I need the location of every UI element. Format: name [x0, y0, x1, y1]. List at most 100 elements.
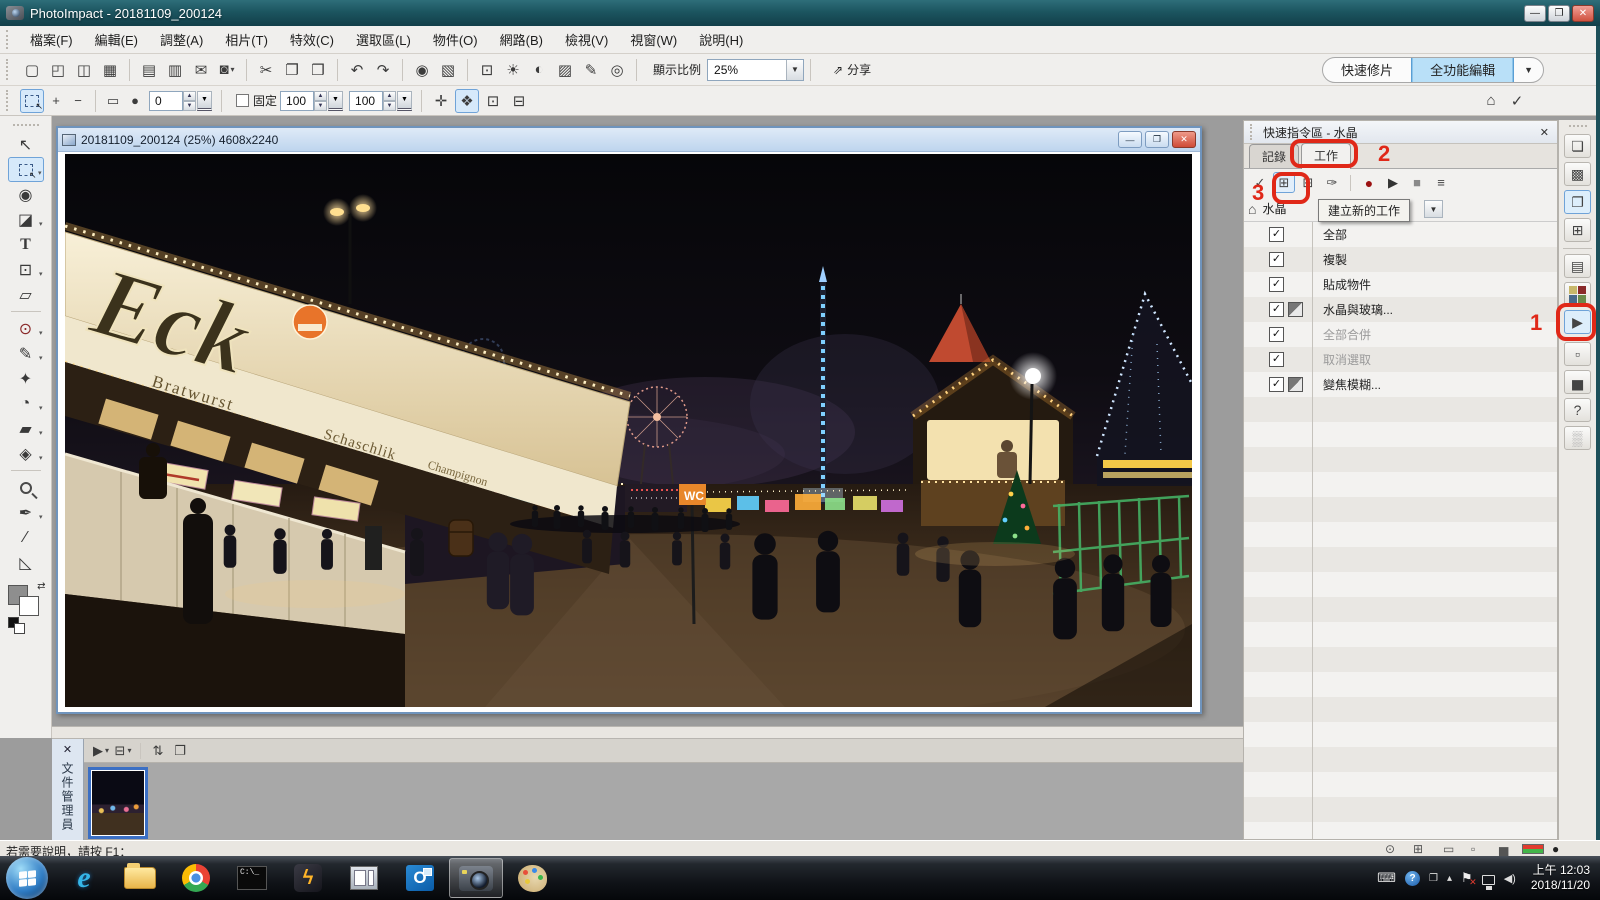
- width-down-icon[interactable]: ▼: [314, 101, 327, 111]
- cut-button[interactable]: ✂: [254, 58, 278, 82]
- strip-drag-handle[interactable]: [1569, 125, 1587, 127]
- dm-sort-button[interactable]: ⇅: [148, 741, 168, 761]
- toolbar-drag-handle[interactable]: [6, 59, 11, 81]
- height-slider-icon[interactable]: ▼: [397, 91, 412, 111]
- doc-close-button[interactable]: ✕: [1172, 131, 1196, 148]
- quick-command-header[interactable]: 快速指令區 - 水晶 ✕: [1244, 121, 1557, 144]
- width-stepper[interactable]: 100 ▲▼ ▼: [280, 91, 343, 111]
- layer-manager-button[interactable]: ❐: [1564, 190, 1591, 214]
- task-step-row[interactable]: ✓ 全部合併: [1244, 322, 1557, 347]
- album-button[interactable]: ◙▾: [215, 58, 239, 82]
- fill-tool[interactable]: ◈▾: [8, 441, 44, 466]
- taskbar-outlook[interactable]: O: [393, 858, 447, 898]
- width-up-icon[interactable]: ▲: [314, 91, 327, 101]
- window-maximize-button[interactable]: ❐: [1548, 5, 1570, 22]
- menu-adjust[interactable]: 調整(A): [149, 26, 214, 53]
- height-up-icon[interactable]: ▲: [383, 91, 396, 101]
- step-checkbox[interactable]: ✓: [1269, 277, 1284, 292]
- menu-object[interactable]: 物件(O): [422, 26, 489, 53]
- histogram-panel-button[interactable]: ▅: [1564, 370, 1591, 394]
- window-tray-icon[interactable]: ❐: [1429, 873, 1438, 884]
- paint-button[interactable]: ✎: [579, 58, 603, 82]
- browse-panel-button[interactable]: ▩: [1564, 162, 1591, 186]
- menu-edit[interactable]: 編輯(E): [84, 26, 149, 53]
- eyedropper-tool[interactable]: ✒▾: [8, 500, 44, 525]
- full-edit-mode-button[interactable]: 全功能編輯: [1411, 57, 1514, 83]
- task-options-button[interactable]: ≡: [1430, 172, 1452, 193]
- dm-view-button[interactable]: ⊟▾: [113, 741, 133, 761]
- status-frame-icon[interactable]: ▭: [1443, 842, 1454, 856]
- acquire-button[interactable]: ▧: [436, 58, 460, 82]
- step-checkbox[interactable]: ✓: [1269, 227, 1284, 242]
- status-tile-icon[interactable]: ▫: [1471, 842, 1475, 856]
- help-tray-icon[interactable]: ?: [1405, 871, 1420, 886]
- taskbar-clock[interactable]: 上午 12:03 2018/11/20: [1531, 863, 1590, 893]
- menu-photo[interactable]: 相片(T): [214, 26, 279, 53]
- move-selection-button[interactable]: ✛: [429, 89, 453, 113]
- doc-minimize-button[interactable]: —: [1118, 131, 1142, 148]
- height-value[interactable]: 100: [349, 91, 383, 111]
- brightness-button[interactable]: ☀: [501, 58, 525, 82]
- menu-help[interactable]: 說明(H): [688, 26, 754, 53]
- task-step-row[interactable]: ✓ 變焦模糊...: [1244, 372, 1557, 397]
- task-step-row[interactable]: ✓ 貼成物件: [1244, 272, 1557, 297]
- panel-close-icon[interactable]: ✕: [63, 743, 72, 756]
- task-step-row[interactable]: ✓ 全部: [1244, 222, 1557, 247]
- mail-button[interactable]: ✉: [189, 58, 213, 82]
- taskbar-file-explorer[interactable]: [113, 858, 167, 898]
- taskbar-chrome[interactable]: [169, 858, 223, 898]
- feather-down-icon[interactable]: ▼: [183, 101, 196, 111]
- menu-web[interactable]: 網路(B): [489, 26, 554, 53]
- undo-button[interactable]: ↶: [345, 58, 369, 82]
- measure-tool[interactable]: ∕: [8, 525, 44, 550]
- step-checkbox[interactable]: ✓: [1269, 352, 1284, 367]
- photo-canvas[interactable]: WC Eck: [65, 154, 1192, 707]
- taskbar-command-prompt[interactable]: C:\_: [225, 858, 279, 898]
- taskbar-winamp[interactable]: ϟ: [281, 858, 335, 898]
- shape-tool[interactable]: ◉: [8, 182, 44, 207]
- text-tool[interactable]: T: [8, 232, 44, 257]
- show-hidden-icons[interactable]: ▴: [1447, 873, 1452, 884]
- panel-home-button[interactable]: ⌂: [1479, 89, 1503, 113]
- levels-button[interactable]: ▨: [553, 58, 577, 82]
- apply-button[interactable]: ✓: [1505, 89, 1529, 113]
- preserve-base-button[interactable]: ⊡: [481, 89, 505, 113]
- red-eye-tool[interactable]: ⊙▾: [8, 316, 44, 341]
- lasso-tool[interactable]: ◺: [8, 550, 44, 575]
- menu-window[interactable]: 視窗(W): [619, 26, 688, 53]
- panel-drag-handle[interactable]: [1250, 124, 1255, 139]
- menubar-drag-handle[interactable]: [6, 30, 11, 49]
- options-drag-handle[interactable]: [6, 90, 11, 110]
- height-down-icon[interactable]: ▼: [383, 101, 396, 111]
- pick-tool[interactable]: ↖: [8, 132, 44, 157]
- retouch-tool[interactable]: ◔▾: [8, 391, 44, 416]
- screen-button[interactable]: ⊡: [475, 58, 499, 82]
- step-checkbox[interactable]: ✓: [1269, 377, 1284, 392]
- task-step-row[interactable]: ✓ 水晶與玻璃...: [1244, 297, 1557, 322]
- document-thumbnail-selected[interactable]: [88, 767, 148, 839]
- clone-tool[interactable]: ✦: [8, 366, 44, 391]
- zoom-tool[interactable]: [8, 475, 44, 500]
- task-step-row[interactable]: ✓ 取消選取: [1244, 347, 1557, 372]
- document-manager-tab[interactable]: ✕ 文件管理員: [52, 739, 84, 840]
- window-close-button[interactable]: ✕: [1572, 5, 1594, 22]
- volume-icon[interactable]: ◀): [1504, 872, 1516, 885]
- status-preview-icon[interactable]: ⊙: [1385, 842, 1395, 856]
- help-panel-button[interactable]: ?: [1564, 398, 1591, 422]
- crop-button[interactable]: ⊟: [507, 89, 531, 113]
- save-button[interactable]: ▦: [98, 58, 122, 82]
- quick-command-close-icon[interactable]: ✕: [1540, 126, 1549, 139]
- share-button[interactable]: ⇗ 分享: [827, 59, 877, 80]
- doc-restore-button[interactable]: ❐: [1145, 131, 1169, 148]
- selection-tool[interactable]: ▾: [8, 157, 44, 182]
- color-swatches[interactable]: ⇄: [6, 583, 46, 635]
- transform-tool[interactable]: ▱: [8, 282, 44, 307]
- height-stepper[interactable]: 100 ▲▼ ▼: [349, 91, 412, 111]
- contrast-button[interactable]: ◐: [527, 58, 551, 82]
- add-selection-button[interactable]: +: [46, 91, 66, 111]
- pane-splitter[interactable]: [52, 726, 1243, 739]
- feather-value[interactable]: 0: [149, 91, 183, 111]
- feather-up-icon[interactable]: ▲: [183, 91, 196, 101]
- network-icon[interactable]: [1482, 875, 1495, 885]
- brush-tool[interactable]: ✎▾: [8, 341, 44, 366]
